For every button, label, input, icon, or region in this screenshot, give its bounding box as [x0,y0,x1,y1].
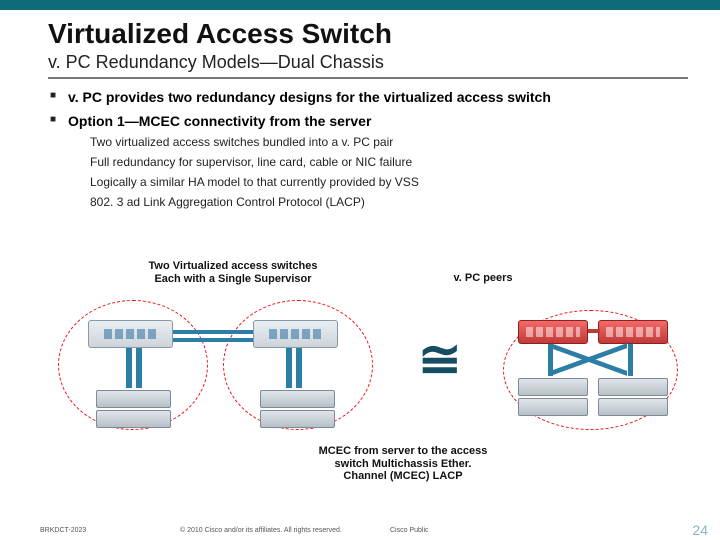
peer-link-line [588,329,600,333]
footer-cisco-public: Cisco Public [390,527,429,534]
bullet-text: v. PC provides two redundancy designs fo… [68,89,551,105]
diagram-annot-left: Two Virtualized access switches Each wit… [138,260,328,285]
slide-content: Virtualized Access Switch v. PC Redundan… [0,10,720,520]
slide-footer: BRKDCT-2023 © 2010 Cisco and/or its affi… [0,520,720,540]
diagram-annot-right: v. PC peers [428,272,538,285]
server-icon [598,398,668,416]
vpc-peer-icon [598,320,668,344]
sub-bullet-list: Two virtualized access switches bundled … [90,135,698,209]
server-icon [518,398,588,416]
diagram-annot-bottom: MCEC from server to the access switch Mu… [313,445,493,483]
bullet-item: v. PC provides two redundancy designs fo… [50,89,698,105]
server-icon [518,378,588,396]
server-icon [260,390,335,408]
server-icon [96,390,171,408]
sub-bullet: Two virtualized access switches bundled … [90,135,698,149]
access-switch-icon [88,320,173,348]
server-icon [96,410,171,428]
link-line [296,348,302,388]
server-icon [598,378,668,396]
vpc-peer-icon [518,320,588,344]
diagram: Two Virtualized access switches Each wit… [48,260,688,500]
slide-title: Virtualized Access Switch [48,18,698,50]
bullet-text: Option 1—MCEC connectivity from the serv… [68,113,371,129]
link-line [126,348,132,388]
sub-bullet: Logically a similar HA model to that cur… [90,175,698,189]
bullet-list: v. PC provides two redundancy designs fo… [50,89,698,209]
footer-session: BRKDCT-2023 [40,527,86,534]
page-number: 24 [692,522,708,538]
top-accent-bar [0,0,720,10]
slide-subtitle: v. PC Redundancy Models—Dual Chassis [48,52,698,73]
divider [48,77,688,79]
peer-link-line [173,330,253,334]
sub-bullet: Full redundancy for supervisor, line car… [90,155,698,169]
link-line [628,344,633,376]
peer-link-line [173,338,253,342]
link-line [136,348,142,388]
link-line [286,348,292,388]
bullet-item: Option 1—MCEC connectivity from the serv… [50,113,698,209]
access-switch-icon [253,320,338,348]
approx-equal-icon: ≅ [418,330,462,390]
footer-copyright: © 2010 Cisco and/or its affiliates. All … [180,527,342,534]
server-icon [260,410,335,428]
sub-bullet: 802. 3 ad Link Aggregation Control Proto… [90,195,698,209]
